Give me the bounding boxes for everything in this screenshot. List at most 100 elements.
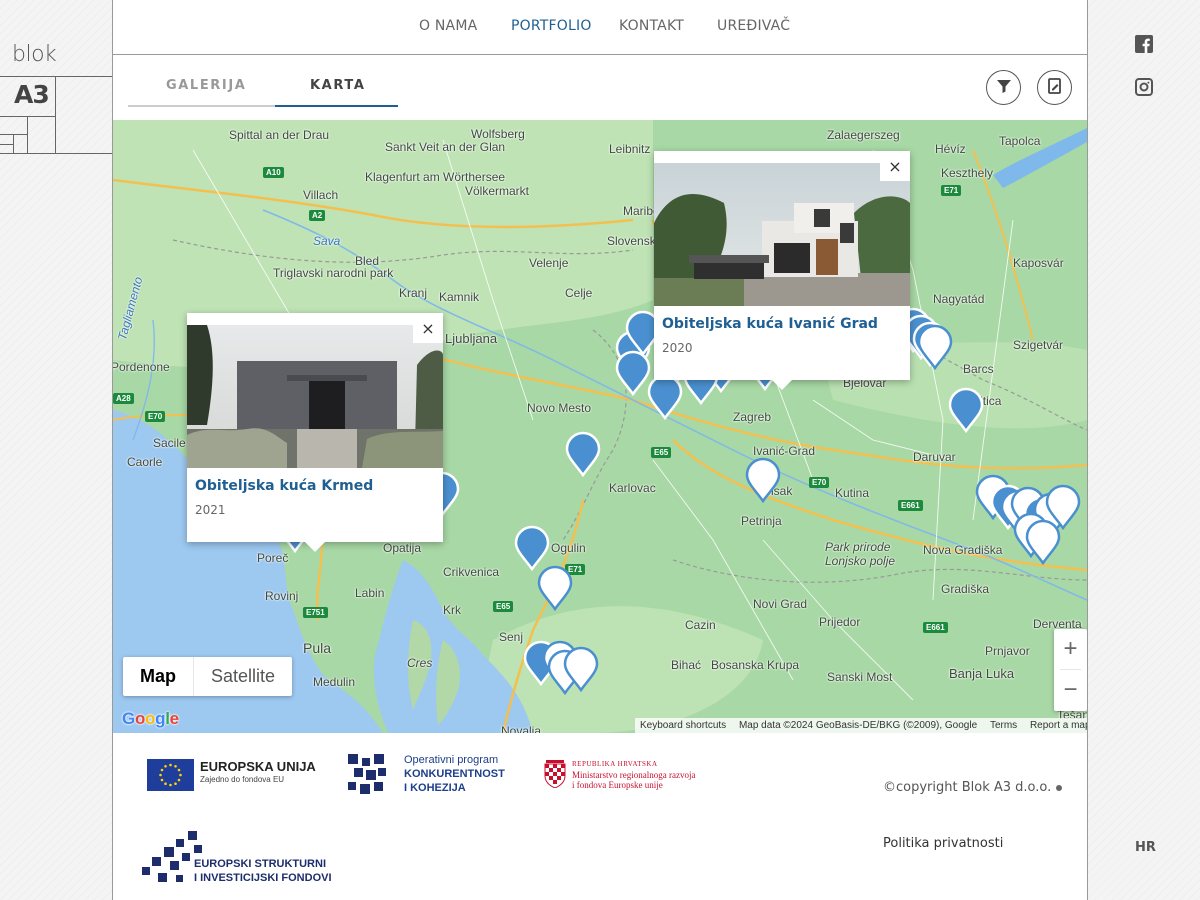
map-label: Ljubljana [445,331,498,346]
tab-underline-active [275,105,398,107]
map-type-satellite-button[interactable]: Satellite [193,657,292,696]
instagram-icon[interactable] [1135,78,1153,96]
brand-line2: A3 [14,80,50,109]
eu-title: EUROPSKA UNIJA [200,759,316,774]
popup-year: 2020 [662,341,693,355]
map-marker-outline[interactable] [916,324,954,371]
map-marker-outline[interactable] [1024,519,1062,566]
brand-logo[interactable]: blok A3 [0,0,112,160]
map-label: Triglavski narodni park [273,266,394,280]
map-label: Sanski Most [827,670,893,684]
map-label: Daruvar [913,450,956,464]
map-label: Pordenone [113,360,170,374]
map-label: Nova Gradiška [923,543,1003,557]
map-label: Velenje [529,256,569,270]
map-label: Labin [355,586,385,600]
map-label: Zalaegerszeg [827,128,900,142]
eu-subtitle: Zajedno do fondova EU [200,775,285,784]
map-label: Barcs [963,362,994,376]
popup-year: 2021 [195,503,226,517]
tab-galerija[interactable]: GALERIJA [166,78,246,93]
popup-title[interactable]: Obiteljska kuća Ivanić Grad [662,316,878,332]
tab-underline [128,105,275,107]
map-label: Kranj [399,286,428,300]
map-label: Kaposvár [1013,256,1064,270]
copyright-text: ©copyright Blok A3 d.o.o. [883,780,1052,795]
filter-button[interactable] [986,70,1021,105]
map-marker[interactable] [564,431,602,478]
map-marker-outline[interactable] [744,457,782,504]
report-error-link[interactable]: Report a map error [1030,720,1087,731]
language-switch[interactable]: HR [1135,840,1156,855]
map-marker-outline[interactable] [536,565,574,612]
tab-karta[interactable]: KARTA [310,78,365,93]
map-label: Ogulin [551,541,586,555]
map-label: Rovinj [265,589,299,603]
nav-item-kontakt[interactable]: KONTAKT [619,18,684,34]
nav-item-uredivac[interactable]: UREĐIVAČ [717,18,790,34]
map-label: Petrinja [741,514,782,528]
road-shield: E751 [303,607,328,618]
bullet-dot [1056,785,1062,791]
project-map[interactable]: Spittal an der Drau Wolfsberg Leibnitz Z… [113,120,1087,733]
op-line3: I KOHEZIJA [404,782,466,794]
croatia-coat-of-arms-icon [544,760,566,788]
nav-item-o-nama[interactable]: O NAMA [419,18,477,34]
map-label: Opatija [383,541,422,555]
map-label: Kutina [835,486,870,500]
op-kk-mark-icon [348,754,386,794]
document-edit-icon [1046,77,1064,99]
map-label: Cazin [685,618,716,632]
map-label: Bihać [671,658,702,672]
google-logo[interactable]: Google [122,709,179,729]
map-label: Prijedor [819,615,861,629]
zoom-out-button[interactable]: − [1054,670,1087,710]
road-shield: E661 [898,500,923,511]
zoom-control: + − [1054,629,1087,711]
map-label: Novalja [501,724,542,733]
map-type-map-button[interactable]: Map [123,657,193,696]
road-shield: A10 [263,167,284,178]
map-label: Pula [303,640,332,656]
map-label: Senj [499,630,524,644]
map-label: Caorle [127,455,163,469]
map-label: Zagreb [733,410,772,424]
road-shield: E70 [809,477,830,488]
map-label: Sankt Veit an der Glan [385,140,506,154]
document-button[interactable] [1037,70,1072,105]
map-label: Villach [303,188,339,202]
nav-item-portfolio[interactable]: PORTFOLIO [511,18,592,34]
map-attribution: Keyboard shortcuts Map data ©2024 GeoBas… [635,718,1087,733]
map-label: Kamnik [439,290,480,304]
popup-title[interactable]: Obiteljska kuća Krmed [195,478,373,494]
map-label: Ivanić-Grad [753,444,816,458]
eu-flag-icon [147,759,194,791]
terms-link[interactable]: Terms [990,720,1017,731]
esif-line1: EUROPSKI STRUKTURNI [194,858,327,870]
map-label: Hévíz [935,142,966,156]
brand-line1: blok [12,42,57,67]
close-icon: × [421,318,435,338]
map-label: Crikvenica [443,565,500,579]
map-label: Prnjavor [985,644,1030,658]
map-label: Park prirode Lonjsko polje [825,540,896,568]
road-shield: A2 [309,210,326,221]
close-icon: × [888,156,902,176]
privacy-policy-link[interactable]: Politika privatnosti [883,836,1003,851]
esif-line2: I INVESTICIJSKI FONDOVI [194,872,332,884]
close-popup-button[interactable]: × [880,151,910,181]
main-nav: O NAMA PORTFOLIO KONTAKT UREĐIVAČ [113,0,1087,55]
facebook-icon[interactable] [1135,35,1153,53]
map-label: Spittal an der Drau [229,128,330,142]
frame-line-right [1087,0,1088,900]
project-photo [187,325,443,468]
close-popup-button[interactable]: × [413,313,443,343]
map-marker-outline[interactable] [562,646,600,693]
rh-line1: REPUBLIKA HRVATSKA [572,760,658,768]
keyboard-shortcuts-link[interactable]: Keyboard shortcuts [640,720,726,731]
map-marker[interactable] [947,387,985,434]
map-label: Gradiška [941,582,990,596]
map-label: Keszthely [941,166,994,180]
zoom-in-button[interactable]: + [1054,629,1087,669]
filter-icon [995,77,1013,99]
